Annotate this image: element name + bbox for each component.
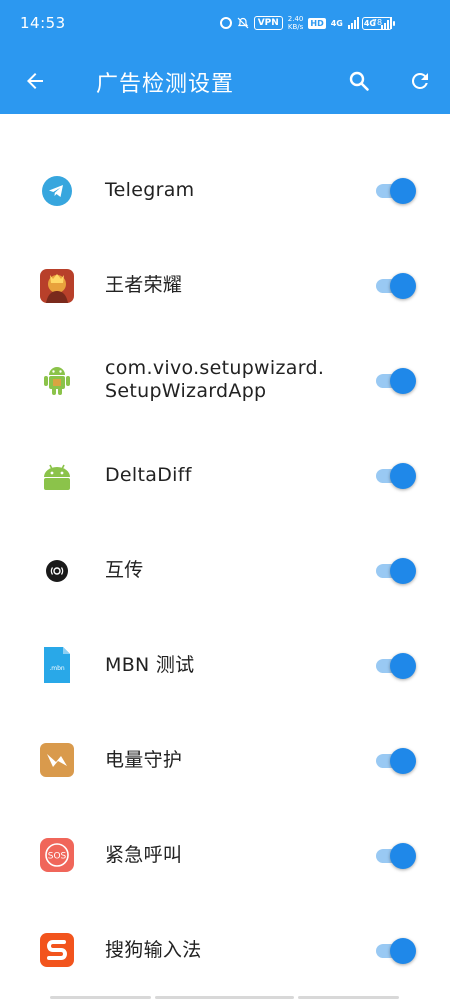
ad-detect-toggle[interactable] — [376, 558, 416, 584]
android-package-icon — [40, 363, 74, 397]
mute-icon — [237, 17, 249, 29]
ad-detect-toggle[interactable] — [376, 368, 416, 394]
ad-detect-toggle[interactable] — [376, 843, 416, 869]
toggle-thumb — [390, 463, 416, 489]
app-name: MBN 测试 — [105, 654, 195, 676]
honor-of-kings-icon — [40, 269, 74, 303]
sogou-input-icon — [40, 933, 74, 967]
app-name: 王者荣耀 — [105, 274, 183, 296]
toggle-thumb — [390, 843, 416, 869]
toggle-thumb — [390, 273, 416, 299]
ad-detect-toggle[interactable] — [376, 178, 416, 204]
android-icon — [40, 459, 74, 493]
toggle-thumb — [390, 653, 416, 679]
app-name: 互传 — [105, 559, 144, 581]
list-item[interactable]: Telegram — [0, 143, 450, 238]
app-name: 搜狗输入法 — [105, 939, 202, 961]
list-item[interactable]: SOS 紧急呼叫 — [0, 808, 450, 903]
network-speed: 2.40 KB/s — [288, 15, 304, 31]
mbn-icon-text: .mbn — [49, 665, 65, 672]
toggle-thumb — [390, 558, 416, 584]
app-name: 紧急呼叫 — [105, 844, 183, 866]
app-name: Telegram — [105, 179, 195, 201]
sos-icon: SOS — [40, 838, 74, 872]
sos-icon-text: SOS — [48, 852, 67, 862]
bottom-bar-segment — [155, 996, 294, 999]
ad-detect-toggle[interactable] — [376, 653, 416, 679]
status-time: 14:53 — [20, 14, 66, 32]
toggle-thumb — [390, 178, 416, 204]
sim1-label: 4G — [330, 18, 343, 28]
list-item[interactable]: DeltaDiff — [0, 428, 450, 523]
status-bar: 14:53 VPN 2.40 KB/s HD 4G 4G 78 — [0, 0, 450, 48]
easyshare-icon — [40, 554, 74, 588]
battery-guard-icon — [40, 743, 74, 777]
bottom-bar-segment — [298, 996, 399, 999]
list-item[interactable]: 互传 — [0, 523, 450, 618]
mbn-file-icon: .mbn — [40, 647, 74, 683]
toggle-thumb — [390, 938, 416, 964]
vpn-icon: VPN — [253, 16, 283, 30]
battery-icon: 78 — [362, 17, 395, 30]
app-bar: 广告检测设置 — [0, 48, 450, 114]
bottom-bar-segment — [50, 996, 151, 999]
list-item[interactable]: com.vivo.setupwizard. SetupWizardApp — [0, 333, 450, 428]
app-name: com.vivo.setupwizard. SetupWizardApp — [105, 357, 325, 402]
alarm-icon — [219, 17, 232, 29]
page-title: 广告检测设置 — [96, 72, 235, 97]
list-item[interactable]: .mbn MBN 测试 — [0, 618, 450, 713]
telegram-icon — [40, 174, 74, 208]
back-arrow-icon[interactable] — [19, 65, 51, 97]
list-item[interactable]: 王者荣耀 — [0, 238, 450, 333]
refresh-icon[interactable] — [404, 65, 436, 97]
app-name: 电量守护 — [105, 749, 183, 771]
search-icon[interactable] — [343, 65, 375, 97]
ad-detect-toggle[interactable] — [376, 463, 416, 489]
network-speed-unit: KB/s — [287, 23, 304, 31]
ad-detect-toggle[interactable] — [376, 748, 416, 774]
app-name: DeltaDiff — [105, 464, 192, 486]
list-item[interactable]: 搜狗输入法 — [0, 903, 450, 998]
network-speed-value: 2.40 — [287, 15, 304, 23]
ad-detect-toggle[interactable] — [376, 273, 416, 299]
signal-1-icon — [347, 17, 359, 29]
toggle-thumb — [390, 368, 416, 394]
list-item[interactable]: 电量守护 — [0, 713, 450, 808]
toggle-thumb — [390, 748, 416, 774]
ad-detect-toggle[interactable] — [376, 938, 416, 964]
hd-icon: HD — [308, 17, 326, 29]
